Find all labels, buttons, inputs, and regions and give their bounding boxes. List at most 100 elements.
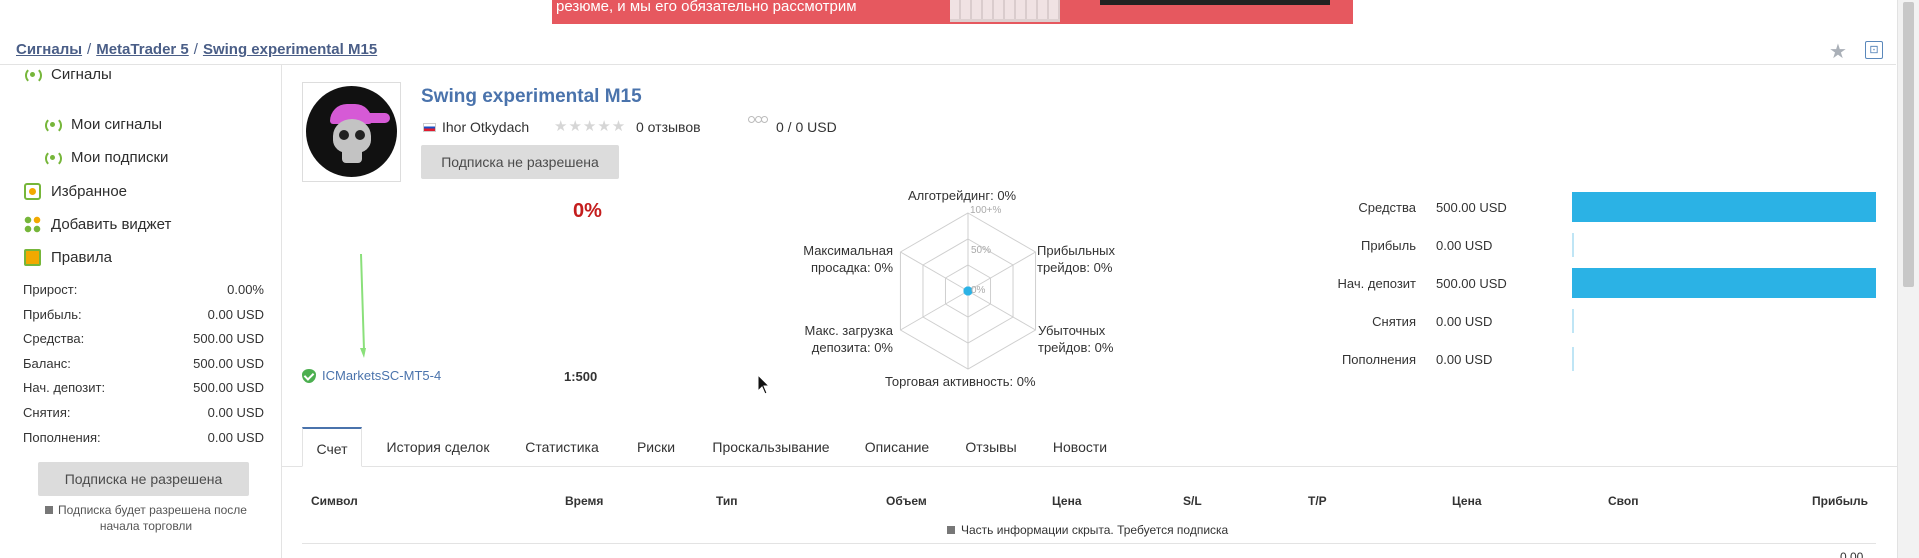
bar-row-profit: Прибыль 0.00 USD <box>1330 230 1552 260</box>
sidebar-item-label: Сигналы <box>51 66 112 83</box>
column-sl[interactable]: S/L <box>1183 494 1202 508</box>
radar-axis <box>967 290 1036 331</box>
tab-history[interactable]: История сделок <box>374 427 502 467</box>
radar-tick-label: 100+% <box>970 205 1002 216</box>
tab-account[interactable]: Счет <box>302 427 362 467</box>
subscribers-count: 0 / 0 USD <box>776 119 837 135</box>
broker-server[interactable]: ICMarketsSC-MT5-4 <box>302 368 441 383</box>
sidebar-item-add-widget[interactable]: Добавить виджет <box>24 216 171 233</box>
column-profit[interactable]: Прибыль <box>1812 494 1868 508</box>
skull-avatar-image <box>306 86 397 177</box>
column-time[interactable]: Время <box>565 494 603 508</box>
sidebar-item-rules[interactable]: Правила <box>24 249 112 266</box>
stat-label: Прирост: <box>23 282 78 297</box>
favorite-star-icon[interactable]: ★ <box>1829 39 1847 64</box>
breadcrumb-current-signal[interactable]: Swing experimental M15 <box>203 41 377 58</box>
page-scrollbar[interactable] <box>1897 0 1919 558</box>
sidebar-item-label: Избранное <box>51 183 128 200</box>
bar-value: 500.00 USD <box>1436 199 1507 215</box>
breadcrumb-separator: / <box>87 41 92 58</box>
sidebar-item-signals[interactable]: Сигналы <box>24 66 112 84</box>
signal-title[interactable]: Swing experimental M15 <box>421 86 642 108</box>
rating-stars[interactable]: ★★★★★ <box>554 117 626 135</box>
stat-value: 0.00% <box>227 282 264 297</box>
sidebar-item-favorites[interactable]: Избранное <box>24 183 127 200</box>
radar-label-algotrading: Алготрейдинг: 0% <box>908 188 1017 203</box>
stat-label: Нач. депозит: <box>23 380 106 396</box>
radar-label-activity: Торговая активность: 0% <box>885 374 1036 389</box>
breadcrumb-signals[interactable]: Сигналы <box>16 41 82 58</box>
column-type[interactable]: Тип <box>716 494 738 508</box>
radar-axis <box>900 251 969 292</box>
tab-reviews[interactable]: Отзывы <box>954 427 1028 467</box>
signal-author[interactable]: Ihor Otkydach <box>423 119 529 135</box>
stat-label: Пополнения: <box>23 429 101 445</box>
banner-text: резюме, и мы его обязательно рассмотрим <box>556 0 857 15</box>
stat-row: Баланс: 500.00 USD <box>23 355 264 380</box>
tab-slippage[interactable]: Проскальзывание <box>702 427 840 467</box>
broker-name: ICMarketsSC-MT5-4 <box>322 368 442 383</box>
bar-row-initial-deposit: Нач. депозит 500.00 USD <box>1330 268 1552 298</box>
partial-profit-value: 0.00 <box>1840 550 1864 558</box>
signal-icon <box>24 66 42 84</box>
reviews-count[interactable]: 0 отзывов <box>636 119 701 135</box>
leverage-value: 1:500 <box>564 369 598 384</box>
column-volume[interactable]: Объем <box>886 494 927 508</box>
radar-tick-label: 0% <box>971 285 986 296</box>
header-divider <box>0 64 1896 65</box>
info-icon <box>45 506 54 514</box>
radar-axis <box>900 290 969 331</box>
bar-value: 0.00 USD <box>1436 351 1493 367</box>
stat-value: 500.00 USD <box>193 380 264 396</box>
stat-label: Снятия: <box>23 404 71 420</box>
tab-news[interactable]: Новости <box>1045 427 1115 467</box>
radar-label-profitable: Прибыльных трейдов: 0% <box>1037 243 1116 275</box>
positions-table-header: Символ Время Тип Объем Цена S/L T/P Цена… <box>302 494 1876 512</box>
radar-grid <box>899 212 1037 370</box>
scrollbar-thumb[interactable] <box>1903 2 1914 287</box>
sidebar-item-my-signals[interactable]: Мои сигналы <box>44 116 163 134</box>
lock-icon <box>947 526 955 534</box>
stat-value: 0.00 USD <box>207 404 264 420</box>
promo-banner[interactable]: резюме, и мы его обязательно рассмотрим <box>552 0 1353 24</box>
sidebar-subscribe-button[interactable]: Подписка не разрешена <box>38 462 249 496</box>
stat-value: 500.00 USD <box>193 331 264 347</box>
stat-value: 500.00 USD <box>193 355 264 371</box>
banner-button[interactable] <box>1100 0 1330 5</box>
sidebar-item-label: Мои сигналы <box>71 116 163 133</box>
tab-risks[interactable]: Риски <box>624 427 688 467</box>
author-name: Ihor Otkydach <box>442 119 530 135</box>
stat-label: Средства: <box>23 331 85 347</box>
column-price[interactable]: Цена <box>1052 494 1082 508</box>
breadcrumb-metatrader5[interactable]: MetaTrader 5 <box>96 41 189 58</box>
tab-description[interactable]: Описание <box>856 427 938 467</box>
subscription-note: Подписка будет разрешена после начала то… <box>40 502 252 534</box>
subscribe-button[interactable]: Подписка не разрешена <box>421 145 619 179</box>
sidebar-item-label: Правила <box>51 249 112 266</box>
column-price-current[interactable]: Цена <box>1452 494 1482 508</box>
breadcrumb-separator: / <box>193 41 198 58</box>
sidebar-item-my-subscriptions[interactable]: Мои подписки <box>44 149 168 167</box>
bar-track-withdrawals <box>1572 306 1876 336</box>
stat-row: Пополнения: 0.00 USD <box>23 429 264 454</box>
bar-label: Средства <box>1358 199 1416 215</box>
bar-label: Прибыль <box>1361 237 1416 253</box>
column-swap[interactable]: Своп <box>1608 494 1638 508</box>
stat-row: Прирост: 0.00% <box>23 281 264 306</box>
tab-statistics[interactable]: Статистика <box>517 427 607 467</box>
stat-row: Средства: 500.00 USD <box>23 330 264 355</box>
down-arrow-icon <box>360 254 366 358</box>
bar-fill <box>1572 268 1876 298</box>
bar-row-equity: Средства 500.00 USD <box>1330 192 1552 222</box>
subscribers-icon <box>748 116 768 134</box>
radar-label-load: Макс. загрузка депозита: 0% <box>804 323 893 355</box>
skull-shape <box>333 119 371 153</box>
column-symbol[interactable]: Символ <box>311 494 358 508</box>
delete-icon[interactable]: ⊡ <box>1865 41 1883 59</box>
hidden-info-note: Часть информации скрыта. Требуется подпи… <box>947 523 1228 537</box>
bar-fill <box>1572 192 1876 222</box>
column-tp[interactable]: T/P <box>1308 494 1327 508</box>
signal-avatar <box>302 82 401 182</box>
bar-label: Пополнения <box>1341 351 1416 367</box>
rules-icon <box>24 249 41 266</box>
